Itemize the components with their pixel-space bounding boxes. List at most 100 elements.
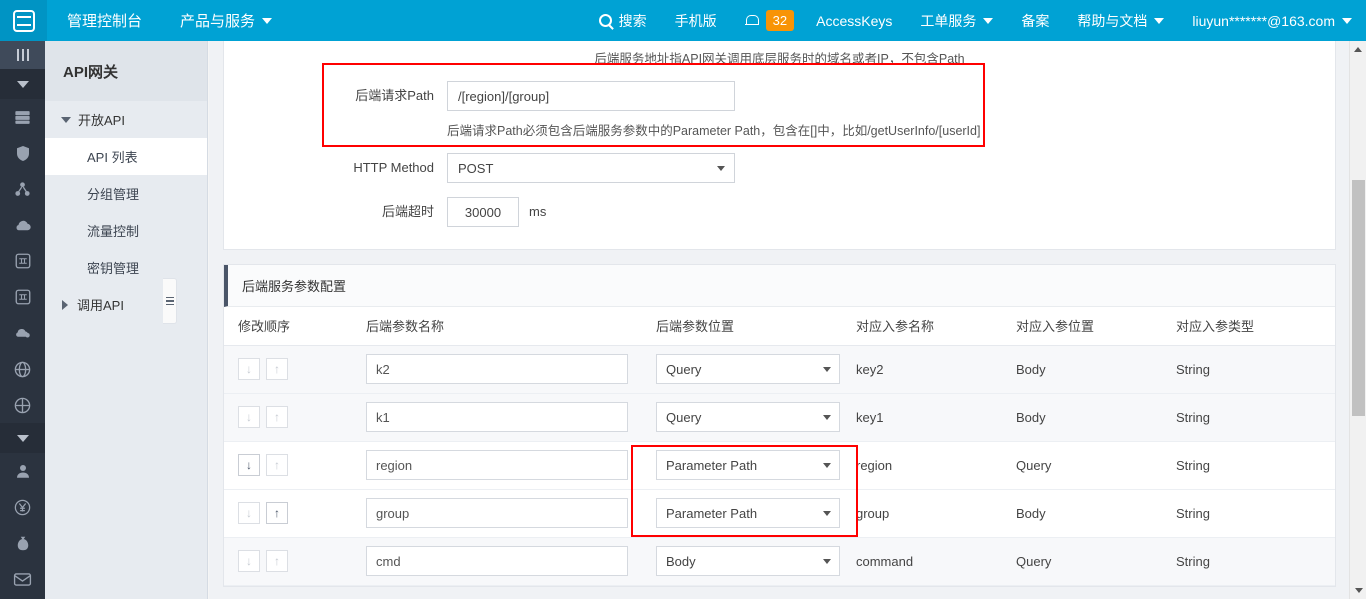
network-nodes-icon (15, 181, 30, 196)
yen-circle-icon (14, 499, 31, 515)
rail-item-gateway[interactable] (0, 243, 45, 279)
move-down-button[interactable]: ↓ (238, 358, 260, 380)
backend-position-select[interactable]: Query (656, 354, 840, 384)
cell-request-type: String (1162, 441, 1335, 490)
backend-name-input[interactable] (366, 498, 628, 528)
header-record-link[interactable]: 备案 (1007, 0, 1063, 41)
backend-name-input[interactable] (366, 402, 628, 432)
header-spacer (290, 0, 585, 41)
header-accesskeys-link[interactable]: AccessKeys (802, 0, 906, 41)
backend-name-input[interactable] (366, 354, 628, 384)
backend-position-select[interactable]: Parameter Path (656, 450, 840, 480)
header-account-menu[interactable]: liuyun*******@163.com (1178, 0, 1366, 41)
header-help-menu[interactable]: 帮助与文档 (1063, 0, 1178, 41)
cloud-console-logo-icon (12, 9, 35, 32)
move-up-button[interactable]: ↑ (266, 502, 288, 524)
rail-item-mail[interactable] (0, 561, 45, 597)
chevron-down-icon (1342, 17, 1352, 24)
scroll-up-icon (1354, 47, 1362, 52)
scroll-down-button[interactable] (1350, 582, 1366, 599)
cell-order: ↓ ↑ (224, 345, 352, 394)
header-mobile-link[interactable]: 手机版 (661, 0, 731, 41)
backend-path-hint: 后端请求Path必须包含后端服务参数中的Parameter Path，包含在[]… (447, 124, 981, 138)
cell-request-name: region (842, 441, 1002, 490)
move-up-button[interactable]: ↑ (266, 358, 288, 380)
rail-collapse-bottom-button[interactable] (0, 423, 45, 453)
header-products-menu[interactable]: 产品与服务 (162, 0, 290, 41)
backend-position-select[interactable]: Parameter Path (656, 498, 840, 528)
cell-request-position: Query (1002, 441, 1162, 490)
scroll-up-button[interactable] (1350, 41, 1366, 58)
nav-item-api-list[interactable]: API 列表 (45, 138, 207, 175)
caret-right-icon (62, 299, 68, 310)
sidebar-collapse-handle[interactable] (163, 278, 177, 324)
backend-path-input[interactable] (447, 81, 735, 111)
shield-icon (16, 145, 29, 161)
backend-name-input[interactable] (366, 450, 628, 480)
table-row: ↓ ↑ Body comma (224, 537, 1335, 586)
cell-backend-position: Query (642, 345, 842, 394)
backend-position-value: Query (666, 361, 702, 377)
mail-icon (13, 572, 32, 586)
rail-item-security[interactable] (0, 135, 45, 171)
move-down-button[interactable]: ↓ (238, 550, 260, 572)
rail-collapse-top-button[interactable] (0, 69, 45, 99)
move-down-button[interactable]: ↓ (238, 502, 260, 524)
header-notifications[interactable]: 32 (731, 0, 802, 41)
cell-request-type: String (1162, 489, 1335, 538)
cell-request-position: Query (1002, 537, 1162, 586)
header-ticket-menu[interactable]: 工单服务 (906, 0, 1007, 41)
backend-timeout-input[interactable] (447, 197, 519, 227)
nav-item-traffic-control[interactable]: 流量控制 (45, 212, 207, 249)
page-scrollbar[interactable] (1349, 41, 1366, 599)
cell-backend-name (352, 537, 642, 586)
nav-item-key-management[interactable]: 密钥管理 (45, 249, 207, 286)
backend-params-table: 修改顺序 后端参数名称 后端参数位置 对应入参名称 对应入参位置 对应入参类型 … (224, 307, 1335, 586)
search-icon (598, 14, 612, 27)
caret-down-icon (16, 80, 29, 88)
nav-group-open-api[interactable]: 开放API (45, 101, 207, 138)
rail-item-globe[interactable] (0, 351, 45, 387)
chevron-down-icon (983, 17, 994, 24)
rail-item-cloud-storage[interactable] (0, 315, 45, 351)
move-up-button[interactable]: ↑ (266, 406, 288, 428)
cell-request-position: Body (1002, 489, 1162, 538)
rail-item-expense[interactable] (0, 525, 45, 561)
cloud-storage-icon (15, 328, 30, 338)
header-help-label: 帮助与文档 (1077, 12, 1148, 29)
logo-button[interactable] (0, 0, 47, 41)
move-down-button[interactable]: ↓ (238, 454, 260, 476)
header-search-button[interactable]: 搜索 (585, 0, 661, 41)
backend-position-select[interactable]: Query (656, 402, 840, 432)
rail-item-user[interactable] (0, 453, 45, 489)
rail-item-cloud[interactable] (0, 207, 45, 243)
grip-lines-icon (16, 49, 29, 61)
globe-icon (14, 361, 31, 377)
notification-badge[interactable]: 32 (765, 10, 795, 31)
backend-position-value: Query (666, 409, 702, 425)
header-record-label: 备案 (1021, 12, 1050, 29)
scrollbar-thumb[interactable] (1352, 180, 1365, 416)
rail-item-network[interactable] (0, 171, 45, 207)
backend-position-select[interactable]: Body (656, 546, 840, 576)
nav-group-call-api-label: 调用API (77, 298, 124, 313)
http-method-row: HTTP Method POST (224, 153, 1335, 183)
rail-item-billing[interactable] (0, 489, 45, 525)
rail-item-server[interactable] (0, 99, 45, 135)
header-search-label: 搜索 (618, 12, 647, 29)
header-console-link[interactable]: 管理控制台 (47, 0, 162, 41)
backend-params-panel: 后端服务参数配置 修改顺序 后端参数名称 后端参数位置 对应入参名称 对应入参位… (223, 264, 1336, 587)
backend-path-row: 后端请求Path 后端请求Path必须包含后端服务参数中的Parameter P… (224, 81, 1335, 139)
table-row: ↓ ↑ Parameter Path (224, 441, 1335, 490)
move-up-button[interactable]: ↑ (266, 550, 288, 572)
gateway-alt-icon (15, 289, 30, 305)
move-down-button[interactable]: ↓ (238, 406, 260, 428)
nav-item-group-management[interactable]: 分组管理 (45, 175, 207, 212)
rail-item-gateway-alt[interactable] (0, 279, 45, 315)
backend-name-input[interactable] (366, 546, 628, 576)
move-up-button[interactable]: ↑ (266, 454, 288, 476)
rail-item-cdn[interactable] (0, 387, 45, 423)
nav-group-call-api[interactable]: 调用API (45, 286, 207, 323)
header-accesskeys-label: AccessKeys (816, 12, 893, 29)
http-method-select[interactable]: POST (447, 153, 735, 183)
